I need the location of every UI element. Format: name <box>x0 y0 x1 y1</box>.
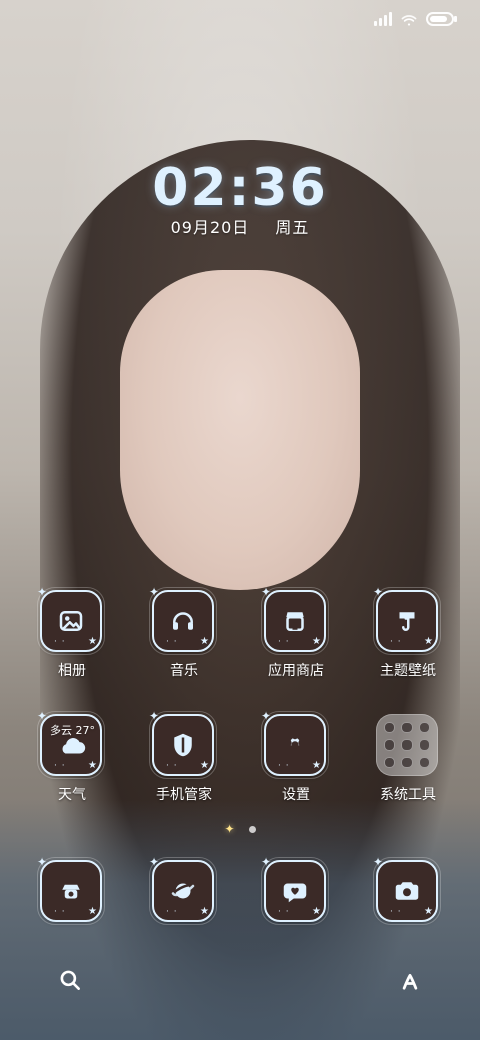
mini-app-icon <box>384 756 396 768</box>
dock-browser[interactable]: ✦ · · ★ <box>136 856 232 930</box>
mini-app-icon <box>418 739 430 751</box>
decoration-dots: · · <box>390 907 402 917</box>
dock-icon-tile[interactable]: ✦ · · ★ <box>373 856 441 925</box>
app-label: 系统工具 <box>380 787 436 803</box>
app-store[interactable]: ✦ · · ★ 应用商店 <box>248 586 344 700</box>
app-weather[interactable]: ✦ 多云 27° · · ★ 天气 <box>24 710 120 824</box>
dock: ✦ · · ★ ✦ · · ★ ✦ · · ★ ✦ · · ★ <box>0 856 480 930</box>
lockscreen-time: 02:36 <box>152 158 328 218</box>
wallpaper-face-shape <box>120 270 360 590</box>
app-icon-tile[interactable]: ✦ · · ★ <box>149 710 217 779</box>
search-button[interactable] <box>50 960 90 1000</box>
dock-icon-tile[interactable]: ✦ · · ★ <box>37 856 105 925</box>
mini-app-icon <box>418 756 430 768</box>
mini-app-icon <box>401 722 413 734</box>
page-indicator-dot <box>248 825 256 833</box>
app-gallery[interactable]: ✦ · · ★ 相册 <box>24 586 120 700</box>
page-indicator-current: ✦ <box>224 822 235 836</box>
signal-icon <box>374 12 392 26</box>
app-icon-tile[interactable]: ✦ · · ★ <box>149 586 217 655</box>
decoration-dots: · · <box>278 907 290 917</box>
status-bar <box>374 10 457 28</box>
app-label: 天气 <box>58 787 86 803</box>
decoration-star: ★ <box>312 636 321 647</box>
decoration-dots: · · <box>166 761 178 771</box>
app-row-1: ✦ · · ★ 相册 ✦ · · ★ 音乐 ✦ · · ★ 应用商店 ✦ · ·… <box>0 586 480 700</box>
decoration-dots: · · <box>54 907 66 917</box>
app-music[interactable]: ✦ · · ★ 音乐 <box>136 586 232 700</box>
assistant-icon <box>402 973 418 990</box>
app-row-2: ✦ 多云 27° · · ★ 天气 ✦ · · ★ 手机管家 ✦ · · ★ 设… <box>0 710 480 824</box>
decoration-dots: · · <box>278 637 290 647</box>
app-label: 音乐 <box>170 663 198 679</box>
battery-icon <box>426 12 457 26</box>
app-label: 主题壁纸 <box>380 663 436 679</box>
mini-app-icon <box>401 739 413 751</box>
dock-camera[interactable]: ✦ · · ★ <box>360 856 456 930</box>
decoration-star: ★ <box>88 636 97 647</box>
app-label: 手机管家 <box>156 787 212 803</box>
assistant-button[interactable] <box>390 960 430 1000</box>
decoration-dots: · · <box>54 761 66 771</box>
app-settings[interactable]: ✦ · · ★ 设置 <box>248 710 344 824</box>
wifi-icon <box>400 12 418 26</box>
decoration-star: ★ <box>200 906 209 917</box>
lockscreen-date: 09月20日 周五 <box>0 214 480 238</box>
app-icon-tile[interactable]: ✦ · · ★ <box>37 586 105 655</box>
app-icon-tile[interactable]: ✦ · · ★ <box>261 710 329 779</box>
decoration-star: ★ <box>88 906 97 917</box>
dock-icon-tile[interactable]: ✦ · · ★ <box>261 856 329 925</box>
dock-messages[interactable]: ✦ · · ★ <box>248 856 344 930</box>
decoration-dots: · · <box>166 907 178 917</box>
weekday-text: 周五 <box>275 218 310 237</box>
decoration-star: ★ <box>200 760 209 771</box>
decoration-star: ★ <box>424 906 433 917</box>
decoration-star: ★ <box>88 760 97 771</box>
bottom-controls <box>0 960 480 1000</box>
decoration-dots: · · <box>166 637 178 647</box>
app-icon-tile[interactable]: ✦ · · ★ <box>261 586 329 655</box>
decoration-dots: · · <box>54 637 66 647</box>
app-folder-system-tools[interactable]: 系统工具 <box>360 714 456 824</box>
battery-fill <box>430 16 447 22</box>
decoration-dots: · · <box>278 761 290 771</box>
app-label: 相册 <box>58 663 86 679</box>
decoration-star: ★ <box>200 636 209 647</box>
dock-phone[interactable]: ✦ · · ★ <box>24 856 120 930</box>
decoration-star: ★ <box>424 636 433 647</box>
app-themes[interactable]: ✦ · · ★ 主题壁纸 <box>360 586 456 700</box>
app-label: 应用商店 <box>268 663 324 679</box>
dock-icon-tile[interactable]: ✦ · · ★ <box>149 856 217 925</box>
mini-app-icon <box>384 722 396 734</box>
app-icon-tile[interactable]: ✦ 多云 27° · · ★ <box>37 710 105 779</box>
app-icon-tile[interactable]: ✦ · · ★ <box>373 586 441 655</box>
mini-app-icon <box>384 739 396 751</box>
folder-icon[interactable] <box>376 714 438 776</box>
search-icon <box>60 970 80 990</box>
decoration-star: ★ <box>312 760 321 771</box>
page-indicator[interactable]: ✦ <box>0 822 480 836</box>
decoration-dots: · · <box>390 637 402 647</box>
mini-app-icon <box>418 722 430 734</box>
mini-app-icon <box>401 756 413 768</box>
app-phone-manager[interactable]: ✦ · · ★ 手机管家 <box>136 710 232 824</box>
app-label: 设置 <box>282 787 310 803</box>
decoration-star: ★ <box>312 906 321 917</box>
date-text: 09月20日 <box>170 218 250 237</box>
folder-mini-grid <box>384 722 430 768</box>
